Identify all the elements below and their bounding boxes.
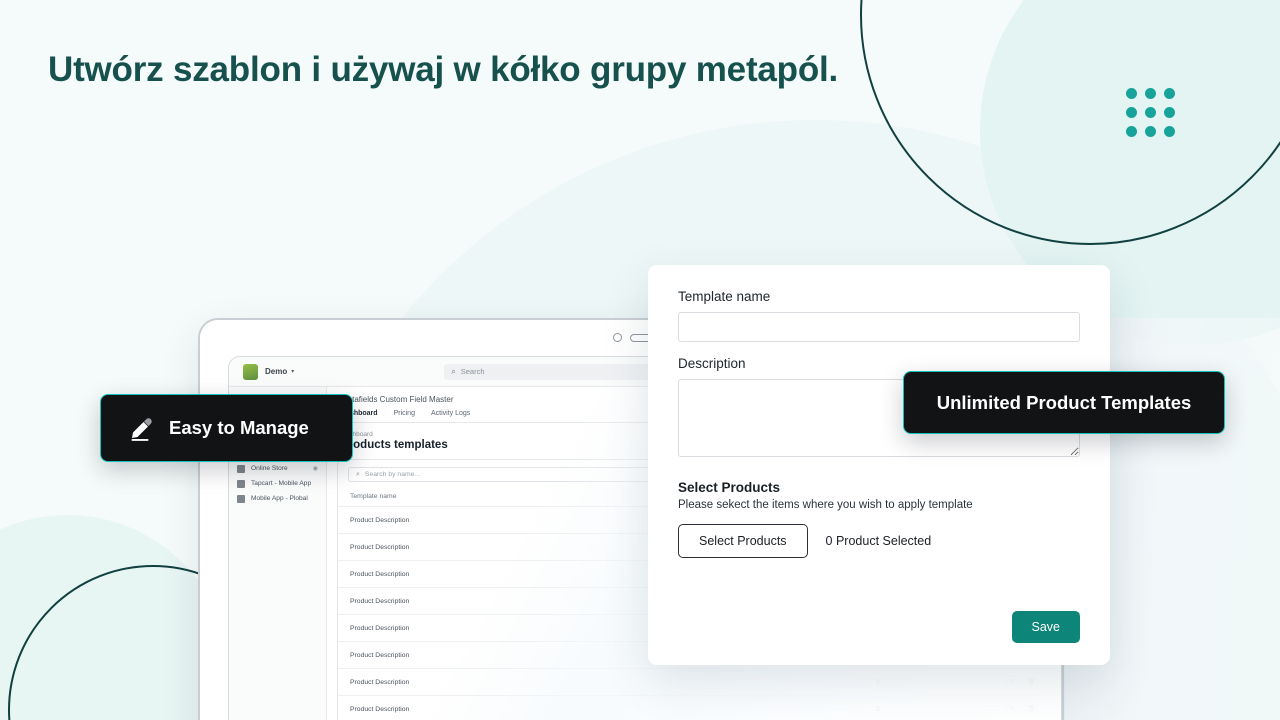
- sidebar-item-label: Tapcart - Mobile App: [251, 480, 312, 487]
- sidebar-item-online-store[interactable]: Online Store ◉: [229, 461, 326, 476]
- cell-actions: ✎ 🗑: [984, 695, 1050, 720]
- create-template-modal: Template name Description Select Product…: [648, 265, 1110, 665]
- dot-grid-icon: [1126, 88, 1175, 137]
- delete-icon[interactable]: 🗑: [1025, 675, 1038, 689]
- template-name-label: Template name: [678, 289, 771, 304]
- table-row[interactable]: Product Description 2 ✎ 🗑: [338, 695, 1050, 720]
- select-products-button[interactable]: Select Products: [678, 524, 808, 558]
- camera-icon: [613, 333, 622, 342]
- modal-footer: Save: [1011, 611, 1080, 643]
- promo-banner: Utwórz szablon i używaj w kółko grupy me…: [0, 0, 1280, 720]
- edit-icon[interactable]: ✎: [1006, 675, 1020, 689]
- cell-template-name: Product Description: [338, 695, 864, 720]
- search-icon: ⌕: [356, 470, 360, 478]
- admin-search-placeholder: Search: [460, 367, 485, 376]
- badge-unlimited-product-templates: Unlimited Product Templates: [903, 371, 1225, 434]
- sidebar-item-tapcart[interactable]: Tapcart - Mobile App: [229, 476, 326, 491]
- template-name-input[interactable]: [678, 312, 1080, 342]
- eye-icon[interactable]: ◉: [313, 465, 318, 472]
- sidebar-item-plobal[interactable]: Mobile App - Plobal: [229, 491, 326, 506]
- shopify-logo-icon: [243, 363, 258, 380]
- sidebar-item-label: Mobile App - Plobal: [251, 495, 308, 502]
- select-products-subtitle: Please sekect the items where you wish t…: [678, 499, 973, 511]
- decor-circle-top-right-ring: [860, 0, 1280, 245]
- tab-activity-logs[interactable]: Activity Logs: [431, 410, 470, 417]
- cell-actions: ✎ 🗑: [984, 668, 1050, 696]
- decor-circle-bottom-left-fill: [0, 515, 230, 720]
- templates-search-placeholder: Search by name...: [364, 471, 421, 478]
- chevron-down-icon[interactable]: ▾: [291, 368, 294, 375]
- cell-template-name: Product Description: [338, 668, 864, 696]
- delete-icon[interactable]: 🗑: [1025, 702, 1038, 716]
- store-icon: [237, 464, 245, 473]
- select-products-row: Select Products 0 Product Selected: [678, 524, 1080, 558]
- save-button[interactable]: Save: [1011, 611, 1080, 643]
- store-name[interactable]: Demo: [265, 367, 287, 376]
- cell-count: 2: [864, 695, 984, 720]
- page-title: Utwórz szablon i używaj w kółko grupy me…: [48, 50, 839, 89]
- mobile-icon: [237, 479, 245, 488]
- badge-easy-to-manage: Easy to Manage: [100, 394, 353, 462]
- badge-label: Unlimited Product Templates: [936, 391, 1192, 413]
- cell-count: 2: [864, 668, 984, 696]
- sidebar-item-label: Online Store: [251, 465, 288, 472]
- pencil-icon: [131, 418, 152, 441]
- table-row[interactable]: Product Description 2 ✎ 🗑: [338, 668, 1050, 696]
- description-label: Description: [678, 356, 746, 371]
- tab-pricing[interactable]: Pricing: [394, 410, 415, 417]
- search-icon: ⌕: [451, 366, 456, 376]
- selected-count-text: 0 Product Selected: [825, 534, 932, 548]
- mobile-icon: [237, 494, 245, 503]
- badge-label: Easy to Manage: [169, 417, 309, 438]
- edit-icon[interactable]: ✎: [1006, 702, 1020, 716]
- select-products-title: Select Products: [678, 480, 781, 495]
